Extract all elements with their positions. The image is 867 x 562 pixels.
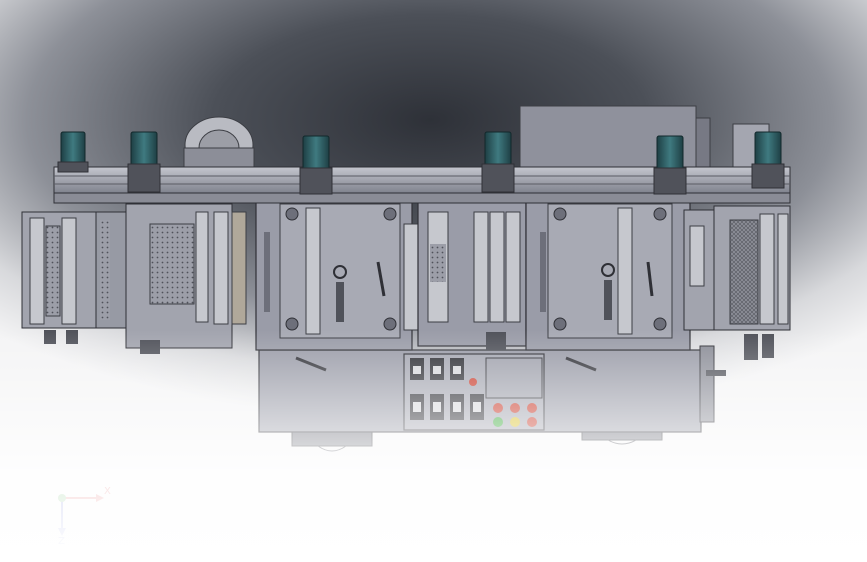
red-button[interactable]: [527, 417, 537, 427]
yellow-button[interactable]: [510, 417, 520, 427]
drive-motor: [481, 131, 515, 193]
green-button[interactable]: [493, 417, 503, 427]
indicator-lamp: [469, 378, 477, 386]
breaker-row-top: [410, 358, 464, 380]
rear-cabinet: [519, 105, 770, 177]
blower-fan: [183, 116, 255, 174]
drive-motor: [653, 135, 687, 195]
coordinate-triad: X Z: [58, 486, 111, 547]
control-panel[interactable]: [403, 353, 545, 431]
red-button[interactable]: [527, 403, 537, 413]
left-feed-unit: [21, 203, 247, 354]
z-axis-label: Z: [58, 536, 65, 547]
red-button[interactable]: [493, 403, 503, 413]
x-axis-label: X: [104, 486, 111, 497]
drive-motor: [57, 131, 89, 173]
processing-module-1: [255, 195, 419, 372]
y-axis-dot: [58, 494, 66, 502]
right-output-unit: [699, 205, 791, 423]
red-button[interactable]: [510, 403, 520, 413]
processing-module-3: [525, 195, 715, 372]
cad-viewport[interactable]: X Z: [0, 0, 867, 562]
drive-motor: [127, 131, 161, 193]
drive-motor: [299, 135, 333, 195]
machine-assembly-drawing: X Z: [21, 105, 791, 547]
drive-motor: [751, 131, 785, 189]
processing-module-2: [417, 195, 527, 350]
